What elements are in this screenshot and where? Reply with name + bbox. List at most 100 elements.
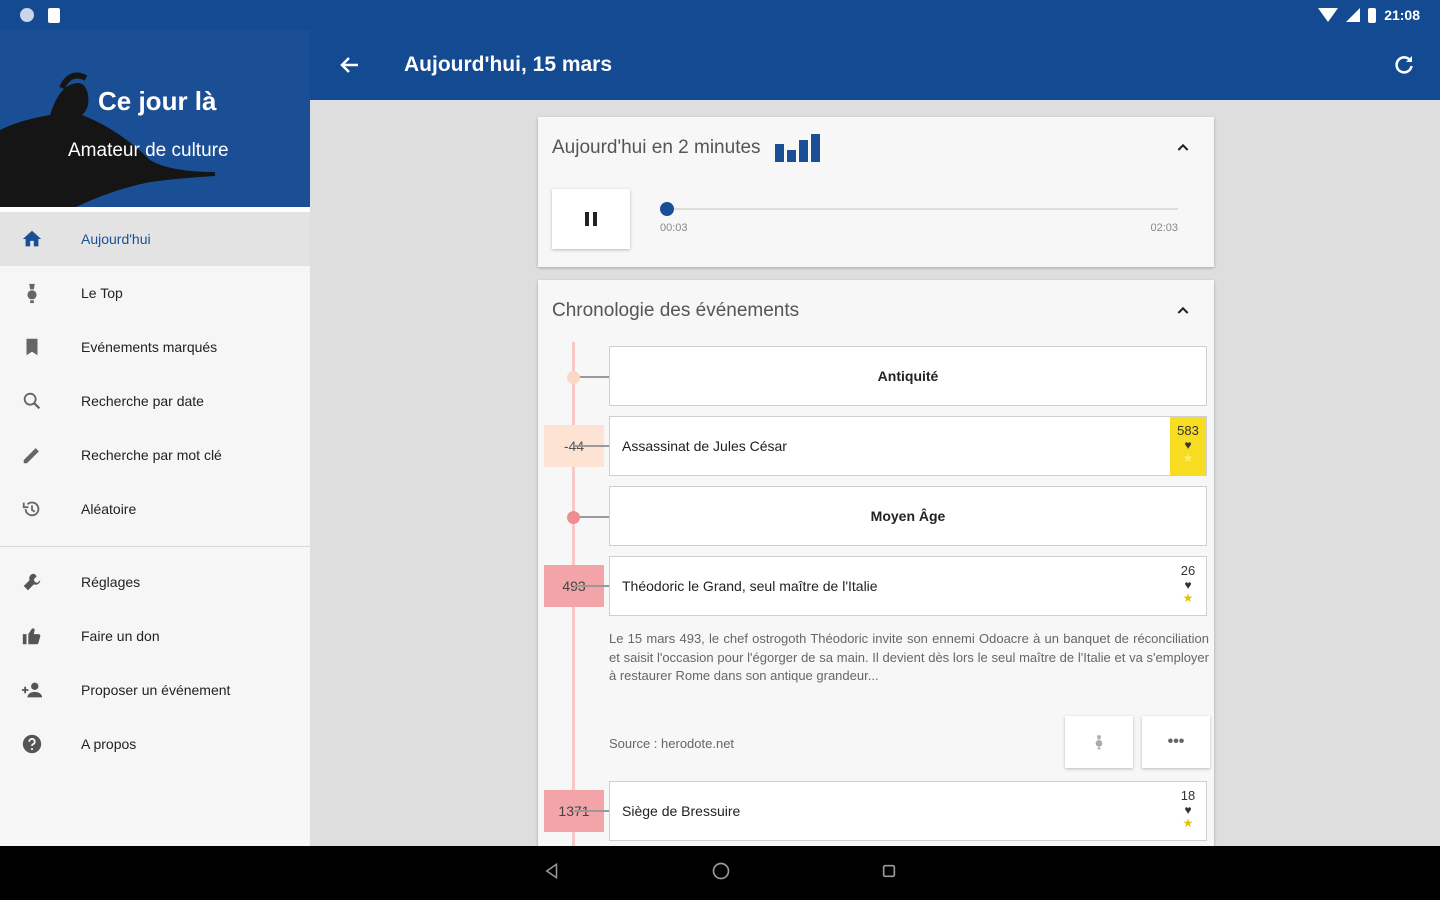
refresh-button[interactable] <box>1368 30 1440 100</box>
nav-item-bookmarks[interactable]: Evénements marqués <box>0 320 310 374</box>
event-description: Le 15 mars 493, le chef ostrogoth Théodo… <box>609 631 1209 683</box>
more-icon: ••• <box>1167 733 1185 750</box>
back-triangle-icon[interactable] <box>543 862 561 885</box>
star-icon: ★ <box>1182 816 1194 830</box>
help-icon <box>20 732 44 756</box>
home-icon <box>20 227 44 251</box>
nav-item-top[interactable]: Le Top <box>0 266 310 320</box>
nav-item-label: Faire un don <box>81 628 160 644</box>
main-content[interactable]: Aujourd'hui en 2 minutes 00:03 02:03 Chr… <box>310 100 1440 846</box>
drawer-menu: Aujourd'hui Le Top Evénements marqués Re… <box>0 212 310 536</box>
chevron-up-icon[interactable] <box>1166 303 1200 319</box>
seek-bar[interactable]: 00:03 02:03 <box>660 194 1178 244</box>
nav-item-donate[interactable]: Faire un don <box>0 609 310 663</box>
page-title: Aujourd'hui, 15 mars <box>404 53 613 76</box>
battery-icon <box>1368 7 1377 23</box>
arrow-left-icon <box>340 57 358 73</box>
time-elapsed: 00:03 <box>660 222 688 234</box>
time-total: 02:03 <box>1150 222 1178 234</box>
event-row[interactable]: Siège de Bressuire 18 ♥ ★ <box>609 781 1207 841</box>
timeline-card-title: Chronologie des événements <box>552 300 800 321</box>
chevron-up-icon[interactable] <box>1166 140 1200 156</box>
bookmark-icon <box>20 335 44 359</box>
audio-card-header[interactable]: Aujourd'hui en 2 minutes <box>538 117 1214 179</box>
medal-icon: ♥ <box>1184 803 1192 817</box>
event-score: 18 <box>1180 788 1196 803</box>
wrench-icon <box>20 570 44 594</box>
signal-icon <box>1346 8 1361 22</box>
back-button[interactable] <box>310 30 390 100</box>
nav-item-propose-event[interactable]: Proposer un événement <box>0 663 310 717</box>
drawer-header: Ce jour là Amateur de culture <box>0 30 310 212</box>
nav-item-label: Recherche par date <box>81 393 204 409</box>
nav-item-label: Recherche par mot clé <box>81 447 222 463</box>
drawer-subtitle: Amateur de culture <box>68 140 229 161</box>
nav-item-search-keyword[interactable]: Recherche par mot clé <box>0 428 310 482</box>
nav-item-label: A propos <box>81 736 137 752</box>
timeline-dot <box>567 511 580 524</box>
navigation-drawer: Ce jour là Amateur de culture Aujourd'hu… <box>0 30 310 846</box>
event-score-badge: 583 ♥ ★ <box>1170 417 1206 475</box>
period-header-antiquity: Antiquité <box>609 346 1207 406</box>
event-timeline: Antiquité -44 Assassinat de Jules César … <box>538 342 1214 846</box>
pause-icon <box>585 212 589 226</box>
audio-summary-card: Aujourd'hui en 2 minutes 00:03 02:03 <box>538 117 1214 267</box>
app-bar: Aujourd'hui, 15 mars <box>310 30 1440 100</box>
nav-item-label: Evénements marqués <box>81 339 218 355</box>
pencil-icon <box>20 443 44 467</box>
nav-item-search-date[interactable]: Recherche par date <box>0 374 310 428</box>
event-score: 26 <box>1180 563 1196 578</box>
status-time: 21:08 <box>1384 7 1420 23</box>
event-score-badge: 26 ♥ ★ <box>1170 557 1206 615</box>
wifi-icon <box>1318 8 1339 22</box>
seek-handle[interactable] <box>660 202 674 216</box>
add-person-icon <box>20 678 44 702</box>
recents-square-icon[interactable] <box>881 863 897 884</box>
event-score: 583 <box>1177 423 1199 438</box>
search-icon <box>20 389 44 413</box>
equalizer-icon <box>774 134 820 162</box>
timeline-card-header[interactable]: Chronologie des événements <box>538 280 1214 342</box>
nav-item-label: Proposer un événement <box>81 682 231 698</box>
nav-item-label: Réglages <box>81 574 141 590</box>
refresh-icon <box>1395 56 1413 74</box>
sd-card-icon <box>48 7 60 23</box>
notification-dot-icon <box>20 8 34 22</box>
history-icon <box>20 497 44 521</box>
nav-item-about[interactable]: A propos <box>0 717 310 771</box>
nav-item-today[interactable]: Aujourd'hui <box>0 212 310 266</box>
thumbs-up-icon <box>20 624 44 648</box>
event-row[interactable]: Théodoric le Grand, seul maître de l'Ita… <box>609 556 1207 616</box>
event-title: Siège de Bressuire <box>622 803 741 819</box>
event-row[interactable]: Assassinat de Jules César 583 ♥ ★ <box>609 416 1207 476</box>
mark-event-button[interactable] <box>1065 716 1133 768</box>
event-score-badge: 18 ♥ ★ <box>1170 782 1206 840</box>
nav-item-random[interactable]: Aléatoire <box>0 482 310 536</box>
more-options-button[interactable]: ••• <box>1142 716 1210 768</box>
event-title: Assassinat de Jules César <box>622 438 787 454</box>
silhouette-icon <box>0 72 215 207</box>
home-circle-icon[interactable] <box>711 861 731 886</box>
star-icon: ★ <box>1182 591 1194 605</box>
nav-item-settings[interactable]: Réglages <box>0 555 310 609</box>
medal-icon <box>20 281 44 305</box>
period-header-middle-ages: Moyen Âge <box>609 486 1207 546</box>
audio-card-title: Aujourd'hui en 2 minutes <box>552 137 761 158</box>
status-bar: 21:08 <box>0 0 1440 30</box>
medal-icon <box>1095 735 1103 750</box>
nav-item-label: Aléatoire <box>81 501 137 517</box>
timeline-card: Chronologie des événements Antiquité -44… <box>538 280 1214 846</box>
pause-button[interactable] <box>552 189 630 249</box>
drawer-title: Ce jour là <box>98 86 217 116</box>
event-source: Source : herodote.net <box>609 736 735 751</box>
medal-icon: ♥ <box>1184 578 1192 592</box>
nav-item-label: Aujourd'hui <box>81 231 151 247</box>
medal-icon: ♥ <box>1184 438 1192 452</box>
drawer-divider <box>0 546 310 547</box>
nav-item-label: Le Top <box>81 285 123 301</box>
drawer-menu-secondary: Réglages Faire un don Proposer un événem… <box>0 555 310 771</box>
audio-player: 00:03 02:03 <box>538 179 1214 259</box>
event-title: Théodoric le Grand, seul maître de l'Ita… <box>622 578 878 594</box>
star-icon: ★ <box>1182 451 1194 465</box>
timeline-dot <box>567 371 580 384</box>
